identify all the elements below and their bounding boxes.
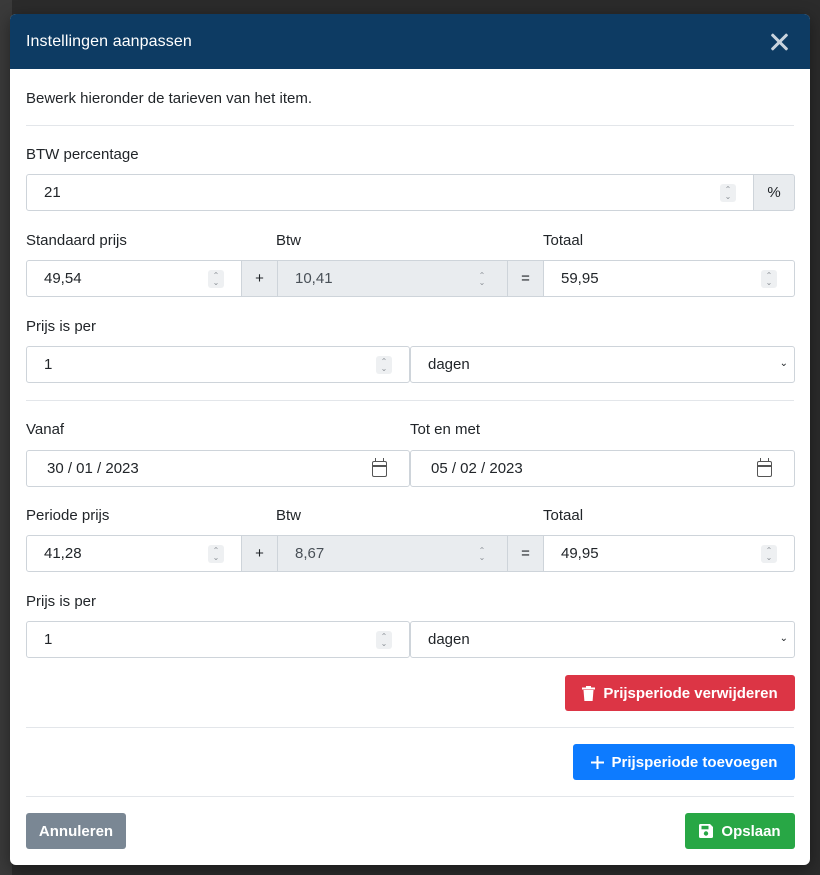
equals-addon: = <box>507 260 544 297</box>
spinner-icon[interactable]: ⌃ ⌄ <box>208 270 224 288</box>
to-date-input[interactable]: 05 / 02 / 2023 <box>410 450 795 487</box>
trash-icon <box>582 685 596 701</box>
plus-addon: + <box>241 535 278 572</box>
period-btw-label: Btw <box>276 507 302 524</box>
standard-btw-input: 10,41 ⌃ ⌄ <box>277 260 508 297</box>
from-date-label: Vanaf <box>26 421 65 438</box>
equals-addon: = <box>507 535 544 572</box>
standard-price-label: Standaard prijs <box>26 232 127 249</box>
btw-percentage-label: BTW percentage <box>26 146 139 163</box>
period-per-value-input[interactable]: 1 ⌃ ⌄ <box>26 621 410 658</box>
standard-total-input[interactable]: 59,95 ⌃ ⌄ <box>543 260 795 297</box>
spinner-icon[interactable]: ⌃ ⌄ <box>761 270 777 288</box>
btw-percentage-input[interactable]: 21 ⌃ ⌄ <box>26 174 754 211</box>
remove-price-period-button[interactable]: Prijsperiode verwijderen <box>565 675 795 711</box>
standard-btw-label: Btw <box>276 232 302 249</box>
add-price-period-button[interactable]: Prijsperiode toevoegen <box>573 744 795 780</box>
divider <box>26 400 794 401</box>
cancel-button[interactable]: Annuleren <box>26 813 126 849</box>
modal-body: Bewerk hieronder de tarieven van het ite… <box>10 69 810 865</box>
save-icon <box>699 824 714 838</box>
spinner-icon[interactable]: ⌃ ⌄ <box>720 184 736 202</box>
save-button[interactable]: Opslaan <box>685 813 795 849</box>
modal-header: Instellingen aanpassen <box>10 14 810 69</box>
spinner-icon[interactable]: ⌃ ⌄ <box>208 545 224 563</box>
from-date-input[interactable]: 30 / 01 / 2023 <box>26 450 410 487</box>
calendar-icon[interactable] <box>372 458 387 477</box>
period-total-input[interactable]: 49,95 ⌃ ⌄ <box>543 535 795 572</box>
spinner-icon[interactable]: ⌃ ⌄ <box>761 545 777 563</box>
plus-addon: + <box>241 260 278 297</box>
period-btw-input: 8,67 ⌃ ⌄ <box>277 535 508 572</box>
close-icon[interactable] <box>768 30 792 54</box>
divider <box>26 125 794 126</box>
intro-text: Bewerk hieronder de tarieven van het ite… <box>26 90 312 107</box>
spinner-icon[interactable]: ⌃ ⌄ <box>376 631 392 649</box>
period-per-label: Prijs is per <box>26 593 97 610</box>
chevron-down-icon: ⌄ <box>779 633 788 644</box>
period-price-label: Periode prijs <box>26 507 110 524</box>
standard-per-unit-select[interactable]: dagen ⌄ <box>410 346 795 383</box>
spinner-icon: ⌃ ⌄ <box>478 546 486 562</box>
spinner-icon[interactable]: ⌃ ⌄ <box>376 356 392 374</box>
divider <box>26 796 794 797</box>
spinner-icon: ⌃ ⌄ <box>478 271 486 287</box>
edit-settings-modal: Instellingen aanpassen Bewerk hieronder … <box>10 14 810 865</box>
period-price-input[interactable]: 41,28 ⌃ ⌄ <box>26 535 242 572</box>
period-per-unit-select[interactable]: dagen ⌄ <box>410 621 795 658</box>
percent-addon: % <box>753 174 795 211</box>
period-total-label: Totaal <box>543 507 584 524</box>
standard-per-value-input[interactable]: 1 ⌃ ⌄ <box>26 346 410 383</box>
to-date-label: Tot en met <box>410 421 481 438</box>
standard-total-label: Totaal <box>543 232 584 249</box>
plus-icon <box>590 755 604 769</box>
chevron-down-icon: ⌄ <box>779 358 788 369</box>
standard-price-input[interactable]: 49,54 ⌃ ⌄ <box>26 260 242 297</box>
divider <box>26 727 794 728</box>
standard-per-label: Prijs is per <box>26 318 97 335</box>
calendar-icon[interactable] <box>757 458 772 477</box>
modal-title: Instellingen aanpassen <box>26 32 192 50</box>
